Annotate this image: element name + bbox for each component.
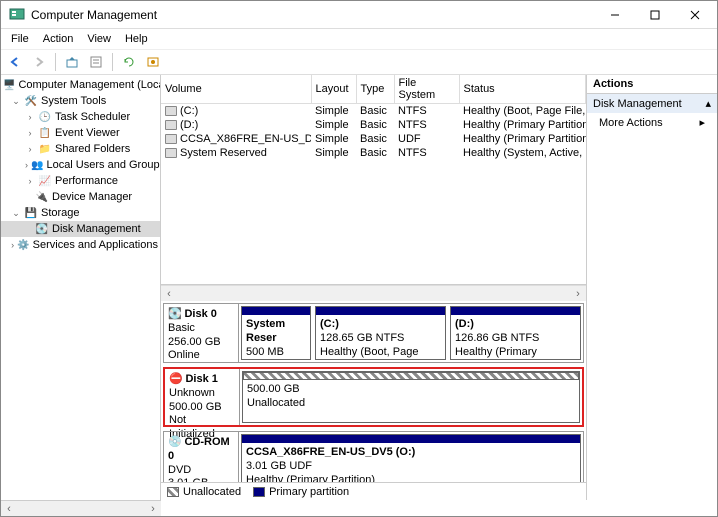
chevron-right-icon[interactable]: › [25,176,35,186]
chevron-down-icon[interactable]: ⌄ [11,208,21,219]
title-bar: Computer Management [1,1,717,29]
cdrom-0-header: 💿 CD-ROM 0 DVD 3.01 GB Online [164,432,239,482]
volume-row[interactable]: System ReservedSimpleBasicNTFSHealthy (S… [161,146,586,160]
chevron-right-icon[interactable]: › [25,144,35,154]
collapse-icon[interactable]: ▴ [705,97,711,110]
tree-system-tools[interactable]: ⌄ 🛠️ System Tools [1,93,160,109]
storage-icon: 💾 [24,206,38,220]
col-status[interactable]: Status [459,75,586,104]
actions-section[interactable]: Disk Management ▴ [587,94,717,113]
col-filesystem[interactable]: File System [394,75,459,104]
partition-unallocated[interactable]: 500.00 GB Unallocated [242,371,580,423]
up-button[interactable] [62,52,82,72]
minimize-button[interactable] [595,1,635,29]
partition-c[interactable]: (C:) 128.65 GB NTFS Healthy (Boot, Page … [315,306,446,360]
volume-row[interactable]: CCSA_X86FRE_EN-US_DV5 (O:)SimpleBasicUDF… [161,132,586,146]
actions-pane: Actions Disk Management ▴ More Actions ▸ [587,75,717,500]
app-icon [9,7,25,23]
maximize-button[interactable] [635,1,675,29]
legend-primary-swatch [253,487,265,497]
disk-1-header: ⛔ Disk 1 Unknown 500.00 GB Not Initializ… [165,369,240,425]
chevron-right-icon[interactable]: › [25,128,35,138]
device-icon: 🔌 [35,190,49,204]
event-icon: 📋 [38,126,52,140]
chevron-right-icon[interactable]: › [11,240,14,250]
back-button[interactable] [5,52,25,72]
tree-local-users[interactable]: › 👥 Local Users and Groups [1,157,160,173]
menu-action[interactable]: Action [37,31,80,47]
menu-help[interactable]: Help [119,31,154,47]
disk-icon: 💽 [35,222,49,236]
menu-file[interactable]: File [5,31,35,47]
actions-more[interactable]: More Actions ▸ [587,113,717,132]
chevron-right-icon[interactable]: › [25,112,35,122]
menu-bar: File Action View Help [1,29,717,49]
actions-header: Actions [587,75,717,94]
volume-list[interactable]: Volume Layout Type File System Status (C… [161,75,586,285]
drive-icon [165,134,177,144]
partition-system-reserved[interactable]: System Reser 500 MB NTFS Healthy (Syste [241,306,311,360]
tree-services-apps[interactable]: › ⚙️ Services and Applications [1,237,160,253]
forward-button[interactable] [29,52,49,72]
drive-icon [165,106,177,116]
disk-icon: 💽 [168,308,182,320]
tools-icon: 🛠️ [24,94,38,108]
chevron-right-icon[interactable]: › [25,160,28,170]
volume-row[interactable]: (C:)SimpleBasicNTFSHealthy (Boot, Page F… [161,104,586,119]
properties-button[interactable] [86,52,106,72]
menu-view[interactable]: View [81,31,117,47]
tree-storage[interactable]: ⌄ 💾 Storage [1,205,160,221]
chevron-down-icon[interactable]: ⌄ [11,96,21,107]
legend-unallocated-swatch [167,487,179,497]
col-volume[interactable]: Volume [161,75,311,104]
tree-disk-management[interactable]: 💽 Disk Management [1,221,160,237]
folder-icon: 📁 [38,142,52,156]
tree-pane: 🖥️ Computer Management (Local ⌄ 🛠️ Syste… [1,75,161,500]
main-pane: Volume Layout Type File System Status (C… [161,75,587,500]
services-icon: ⚙️ [17,238,29,252]
disk-offline-icon: ⛔ [169,373,183,385]
toolbar [1,49,717,75]
cdrom-0-row[interactable]: 💿 CD-ROM 0 DVD 3.01 GB Online CCSA_X86FR… [163,431,584,482]
drive-icon [165,120,177,130]
disk-0-row[interactable]: 💽 Disk 0 Basic 256.00 GB Online System R… [163,303,584,363]
drive-icon [165,148,177,158]
close-button[interactable] [675,1,715,29]
tree-task-scheduler[interactable]: › 🕒 Task Scheduler [1,109,160,125]
computer-icon: 🖥️ [3,78,15,92]
tree-event-viewer[interactable]: › 📋 Event Viewer [1,125,160,141]
tree-root[interactable]: 🖥️ Computer Management (Local [1,77,160,93]
refresh-button[interactable] [119,52,139,72]
partition-d[interactable]: (D:) 126.86 GB NTFS Healthy (Primary Par… [450,306,581,360]
clock-icon: 🕒 [38,110,52,124]
partition-cdrom[interactable]: CCSA_X86FRE_EN-US_DV5 (O:) 3.01 GB UDF H… [241,434,581,482]
tree-performance[interactable]: › 📈 Performance [1,173,160,189]
settings-button[interactable] [143,52,163,72]
tree-scrollbar[interactable]: ‹› [1,500,161,516]
volume-scrollbar[interactable]: ‹› [161,285,586,301]
disk-graphic-area: 💽 Disk 0 Basic 256.00 GB Online System R… [161,301,586,482]
disk-0-header: 💽 Disk 0 Basic 256.00 GB Online [164,304,239,362]
col-layout[interactable]: Layout [311,75,356,104]
perf-icon: 📈 [38,174,52,188]
chevron-right-icon: ▸ [699,116,705,129]
users-icon: 👥 [31,158,43,172]
legend: Unallocated Primary partition [161,482,586,500]
col-type[interactable]: Type [356,75,394,104]
window-title: Computer Management [31,8,595,22]
disk-1-row[interactable]: ⛔ Disk 1 Unknown 500.00 GB Not Initializ… [163,367,584,427]
tree-shared-folders[interactable]: › 📁 Shared Folders [1,141,160,157]
tree-device-manager[interactable]: 🔌 Device Manager [1,189,160,205]
cdrom-icon: 💿 [168,436,182,448]
volume-row[interactable]: (D:)SimpleBasicNTFSHealthy (Primary Part… [161,118,586,132]
